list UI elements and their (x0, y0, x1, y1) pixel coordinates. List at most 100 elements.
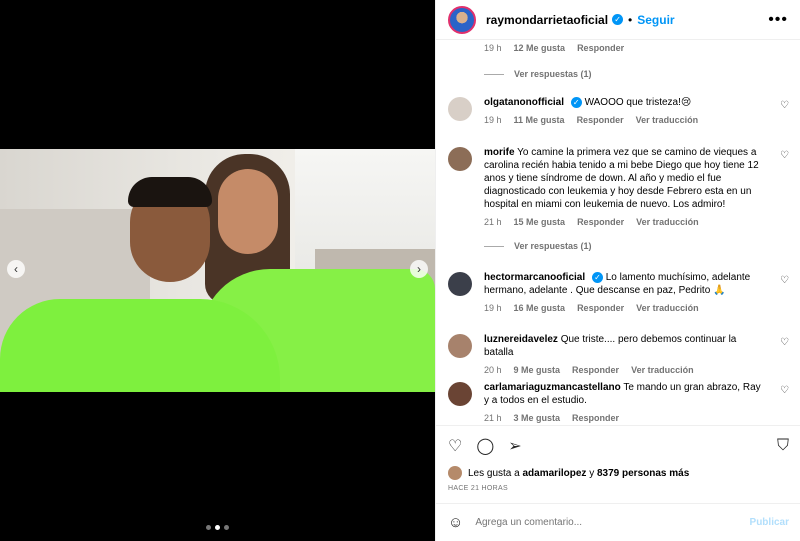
comment-username[interactable]: carlamariaguzmancastellano (484, 382, 621, 393)
comment-likes[interactable]: 3 Me gusta (514, 413, 561, 423)
comment-meta-partial: 19 h 12 Me gusta Responder (484, 43, 624, 53)
translate-button[interactable]: Ver traducción (631, 365, 694, 375)
comment-item: carlamariaguzmancastellano Te mando un g… (448, 381, 793, 423)
comment-time: 21 h (484, 217, 502, 227)
reply-button[interactable]: Responder (577, 115, 624, 125)
chevron-right-icon[interactable]: › (410, 260, 428, 278)
post-media: ‹ › (0, 0, 435, 541)
view-replies-top[interactable]: Ver respuestas (1) (484, 69, 592, 79)
bookmark-icon[interactable]: ⛉ (777, 437, 789, 455)
photo-man-shirt (0, 299, 280, 392)
comment-likes[interactable]: 11 Me gusta (514, 115, 565, 125)
replies-line (484, 73, 504, 75)
comment-body: carlamariaguzmancastellano Te mando un g… (484, 381, 764, 423)
comment-input[interactable] (475, 517, 750, 528)
reply-button[interactable]: Responder (577, 303, 624, 313)
commenter-avatar[interactable] (448, 382, 472, 406)
reply-button[interactable]: Responder (572, 365, 619, 375)
photo-woman-face (218, 169, 278, 254)
carousel-dots (206, 525, 229, 530)
comment-text: Yo camine la primera vez que se camino d… (484, 147, 759, 210)
comment-time: 19 h (484, 115, 502, 125)
post-timestamp: HACE 21 HORAS (448, 485, 508, 492)
comment-body: hectormarcanooficial ✓ Lo lamento muchís… (484, 271, 764, 313)
view-replies[interactable]: Ver respuestas (1) (484, 241, 764, 251)
carousel-dot-active (215, 525, 220, 530)
author-username[interactable]: raymondarrietaoficial (486, 13, 608, 27)
comment-meta: 21 h 15 Me gusta Responder Ver traducció… (484, 217, 764, 227)
heart-icon[interactable]: ♡ (780, 275, 789, 286)
separator-dot: • (628, 12, 633, 27)
commenter-avatar[interactable] (448, 97, 472, 121)
author-avatar[interactable] (448, 5, 476, 34)
comment-body: luznereidavelez Que triste.... pero debe… (484, 333, 764, 375)
comment-username[interactable]: morife (484, 147, 515, 158)
comment-body: olgatanonofficial ✓ WAOOO que tristeza!😢… (484, 96, 764, 125)
reply-button[interactable]: Responder (577, 217, 624, 227)
replies-line (484, 245, 504, 247)
comment-username[interactable]: olgatanonofficial (484, 97, 564, 108)
comment-time: 20 h (484, 365, 502, 375)
comment-meta: 20 h 9 Me gusta Responder Ver traducción (484, 365, 764, 375)
reply-button[interactable]: Responder (572, 413, 619, 423)
verified-badge-icon: ✓ (612, 14, 624, 25)
post-header: raymondarrietaoficial ✓ • Seguir ••• (436, 0, 800, 40)
comment-time: 19 h (484, 43, 502, 53)
publish-button[interactable]: Publicar (750, 517, 789, 528)
share-icon[interactable]: ➢ (508, 436, 521, 456)
carousel-dot (206, 525, 211, 530)
likes-summary: Les gusta a adamarilopez y 8379 personas… (448, 466, 689, 480)
heart-icon[interactable]: ♡ (780, 150, 789, 161)
comment-meta: 19 h 11 Me gusta Responder Ver traducció… (484, 115, 764, 125)
post-actions: ♡ ◯ ➢ ⛉ (436, 425, 800, 465)
likes-others[interactable]: 8379 personas más (597, 468, 689, 479)
likes-user[interactable]: adamarilopez (523, 468, 587, 479)
reply-button[interactable]: Responder (577, 43, 624, 53)
translate-button[interactable]: Ver traducción (636, 217, 699, 227)
comment-text-row: olgatanonofficial ✓ WAOOO que tristeza!😢 (484, 96, 764, 109)
comment-item: olgatanonofficial ✓ WAOOO que tristeza!😢… (448, 96, 793, 125)
comment-username[interactable]: luznereidavelez (484, 334, 558, 345)
comment-item: luznereidavelez Que triste.... pero debe… (448, 333, 793, 375)
comment-time: 21 h (484, 413, 502, 423)
comment-likes[interactable]: 12 Me gusta (514, 43, 566, 53)
comment-icon[interactable]: ◯ (476, 436, 494, 456)
view-replies-label[interactable]: Ver respuestas (1) (514, 241, 592, 251)
view-replies-label[interactable]: Ver respuestas (1) (514, 69, 592, 79)
commenter-avatar[interactable] (448, 334, 472, 358)
comment-item: morife Yo camine la primera vez que se c… (448, 146, 793, 251)
comment-meta: 19 h 16 Me gusta Responder Ver traducció… (484, 303, 764, 313)
commenter-avatar[interactable] (448, 272, 472, 296)
comment-meta: 21 h 3 Me gusta Responder (484, 413, 764, 423)
comment-time: 19 h (484, 303, 502, 313)
comment-likes[interactable]: 9 Me gusta (514, 365, 561, 375)
comment-text-row: luznereidavelez Que triste.... pero debe… (484, 333, 764, 359)
heart-icon[interactable]: ♡ (780, 337, 789, 348)
emoji-icon[interactable]: ☺ (448, 514, 463, 531)
heart-icon[interactable]: ♡ (780, 385, 789, 396)
comment-username[interactable]: hectormarcanooficial (484, 272, 585, 283)
more-horizontal-icon[interactable]: ••• (768, 11, 788, 29)
comments-list: 19 h 12 Me gusta Responder Ver respuesta… (436, 40, 800, 425)
post-photo (0, 149, 435, 392)
heart-icon[interactable]: ♡ (780, 100, 789, 111)
photo-man-hair (128, 177, 212, 207)
comment-likes[interactable]: 16 Me gusta (514, 303, 566, 313)
carousel-dot (224, 525, 229, 530)
commenter-avatar[interactable] (448, 147, 472, 171)
chevron-left-icon[interactable]: ‹ (7, 260, 25, 278)
liker-avatar[interactable] (448, 466, 462, 480)
verified-badge-icon: ✓ (591, 272, 603, 283)
comment-composer: ☺ Publicar (436, 503, 800, 541)
comment-text-row: hectormarcanooficial ✓ Lo lamento muchís… (484, 271, 764, 297)
comment-text: WAOOO que tristeza!😢 (584, 97, 692, 108)
comment-text-row: carlamariaguzmancastellano Te mando un g… (484, 381, 764, 407)
follow-button[interactable]: Seguir (637, 13, 674, 27)
comment-likes[interactable]: 15 Me gusta (514, 217, 566, 227)
translate-button[interactable]: Ver traducción (636, 115, 699, 125)
heart-icon[interactable]: ♡ (448, 436, 462, 456)
comment-item: hectormarcanooficial ✓ Lo lamento muchís… (448, 271, 793, 313)
translate-button[interactable]: Ver traducción (636, 303, 699, 313)
comment-text-row: morife Yo camine la primera vez que se c… (484, 146, 764, 211)
post-panel: raymondarrietaoficial ✓ • Seguir ••• 19 … (435, 0, 800, 541)
